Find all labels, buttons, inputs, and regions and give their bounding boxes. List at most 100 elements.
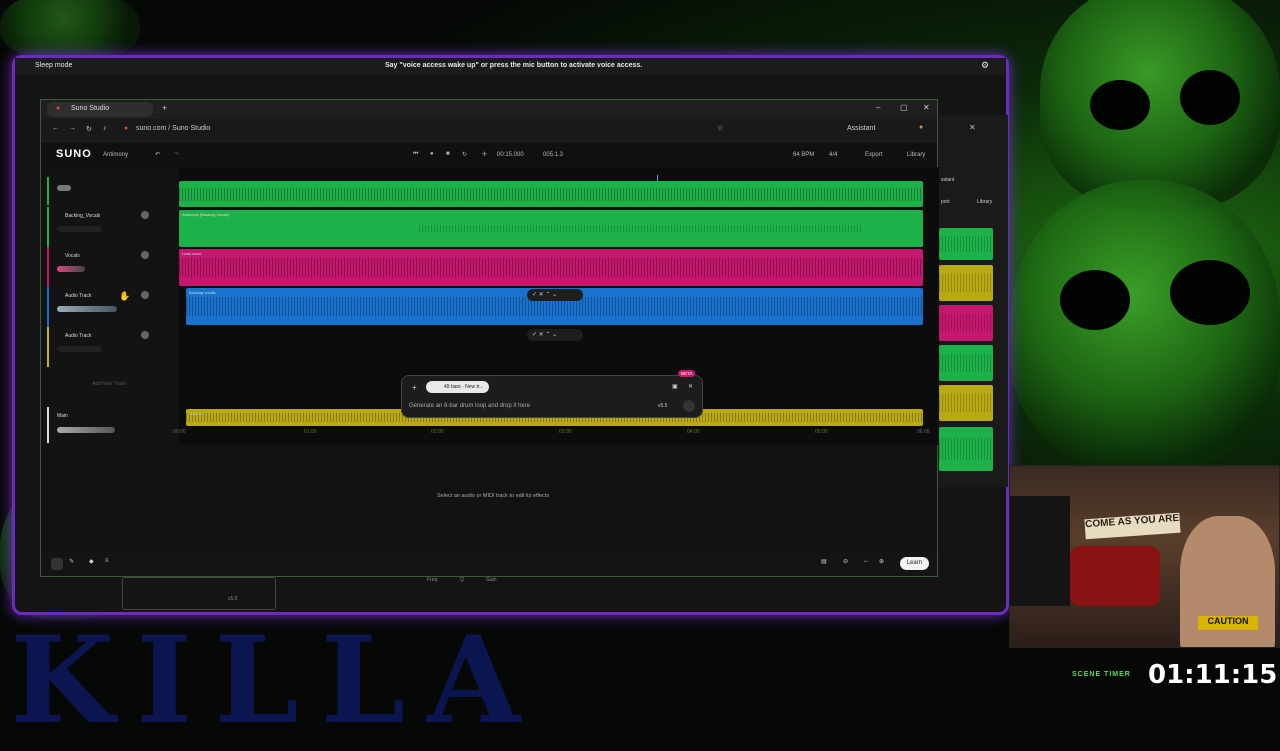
bottom-toolbar: ✎ ◆ ≡ ▤ ⊖ ↔ ⊕ Learn — [41, 552, 937, 576]
export-button[interactable]: Export — [865, 152, 882, 158]
mic-icon[interactable]: ♪ — [103, 125, 107, 132]
time-signature[interactable]: 4/4 — [829, 152, 837, 158]
track-row[interactable]: Backing_Vocals — [47, 207, 165, 247]
pan-knob[interactable] — [141, 331, 149, 339]
track-name[interactable]: Audio Track — [65, 293, 91, 299]
add-track-button[interactable]: Add New Track — [92, 381, 126, 387]
forward-arrow-icon[interactable]: → — [69, 125, 76, 132]
volume-slider[interactable] — [57, 226, 102, 232]
profile-avatar-icon[interactable]: ● — [919, 124, 923, 131]
pencil-tool-icon[interactable]: ✎ — [69, 558, 74, 565]
track-name[interactable]: Vocals — [65, 253, 80, 259]
zoom-out-icon[interactable]: ⊖ — [843, 558, 848, 565]
voice-access-hint: Say "voice access wake up" or press the … — [385, 62, 642, 69]
audio-clip[interactable]: Lead vocal — [179, 249, 923, 286]
track-row[interactable]: Vocals — [47, 247, 165, 287]
new-tab-plus-icon[interactable]: + — [162, 103, 167, 113]
select-tool-icon[interactable] — [51, 558, 63, 570]
close-prompt-icon[interactable]: ✕ — [688, 383, 693, 390]
background-suno-window: sstant ✕ port Library — [928, 115, 1008, 487]
volume-slider[interactable] — [57, 266, 85, 272]
scene-timer: SCENE TIMER 01:11:15 — [1062, 660, 1280, 692]
back-export-label: port — [941, 199, 950, 205]
browser-tab[interactable]: ● Suno Studio — [47, 102, 153, 117]
track-name[interactable]: Backing_Vocals — [65, 213, 100, 219]
eraser-tool-icon[interactable]: ◆ — [89, 558, 94, 565]
ruler-tick: 03:00 — [559, 429, 572, 435]
bpm-display[interactable]: 64 BPM — [793, 152, 814, 158]
volume-slider[interactable] — [57, 346, 102, 352]
equipment-rack — [1010, 496, 1070, 606]
sleep-mode-label[interactable]: Sleep mode — [35, 62, 72, 69]
scene-timer-value: 01:11:15 — [1148, 660, 1277, 690]
clip-action-bar[interactable]: ✓ ✕ ⌃ ⌄ — [527, 289, 583, 301]
reload-icon[interactable]: ↻ — [86, 125, 92, 133]
learn-button[interactable]: Learn — [900, 557, 929, 570]
audio-clip[interactable] — [179, 181, 923, 207]
record-icon[interactable]: ● — [430, 151, 434, 157]
skull-art — [1040, 0, 1280, 210]
address-bar: ← → ↻ ♪ ● suno.com / Suno Studio ☆ Assis… — [41, 119, 937, 143]
add-plus-icon[interactable]: + — [412, 383, 417, 392]
ruler-tick: 01:00 — [304, 429, 317, 435]
back-library-label: Library — [977, 199, 992, 205]
expand-icon[interactable]: ▣ — [672, 383, 678, 390]
zoom-in-icon[interactable]: ⊕ — [879, 558, 884, 565]
browser-window: ● Suno Studio + – ▢ ✕ ← → ↻ ♪ ● suno.com… — [40, 99, 938, 577]
suno-logo[interactable]: SUNO — [56, 148, 92, 160]
redo-icon[interactable]: ↷ — [174, 151, 179, 158]
menu-icon[interactable]: ≡ — [105, 558, 109, 564]
prompt-input[interactable]: Generate an 8-bar drum loop and drop it … — [409, 403, 530, 409]
track-row[interactable] — [47, 177, 165, 205]
timeline-ruler[interactable]: 00:00 01:00 02:00 03:00 04:00 05:00 06:0… — [179, 427, 939, 437]
close-icon[interactable]: ✕ — [923, 103, 930, 112]
minimize-icon[interactable]: – — [876, 103, 880, 112]
version-select[interactable]: v5.5 — [658, 403, 667, 409]
suno-toolbar: SUNO Antimony ↶ ↷ ⏮ ● ■ ↻ ✛ 00:15.000 00… — [41, 143, 937, 167]
pan-knob[interactable] — [141, 291, 149, 299]
loop-icon[interactable]: ↻ — [462, 151, 467, 158]
generate-prompt-box[interactable]: + 49 bars · New tr... BETA ▣ ✕ Generate … — [401, 375, 703, 418]
settings-gear-icon[interactable]: ⚙ — [981, 60, 989, 71]
clip-label: Lead vocal — [182, 251, 201, 256]
browser-tab-bar: ● Suno Studio + – ▢ ✕ — [41, 100, 937, 119]
audio-clip[interactable]: Antimony (Backing Vocals) — [179, 210, 923, 247]
playhead[interactable] — [657, 175, 658, 181]
ruler-tick: 00:00 — [173, 429, 186, 435]
clip-action-bar[interactable]: ✓ ✕ ⌃ ⌄ — [527, 329, 583, 341]
maximize-icon[interactable]: ▢ — [900, 103, 908, 112]
skip-start-icon[interactable]: ⏮ — [413, 151, 418, 158]
back-version-label[interactable]: v5.5 — [228, 596, 237, 602]
panel-toggle-icon[interactable]: ▤ — [821, 558, 827, 565]
clip-label: Backing vocals — [189, 290, 216, 295]
pan-knob[interactable] — [141, 211, 149, 219]
metronome-icon[interactable]: ✛ — [482, 151, 487, 158]
back-arrow-icon[interactable]: ← — [52, 125, 59, 132]
library-button[interactable]: Library — [907, 152, 925, 158]
skull-eye — [1090, 80, 1150, 130]
stop-icon[interactable]: ■ — [446, 151, 450, 157]
bookmark-star-icon[interactable]: ☆ — [717, 124, 723, 132]
url-text[interactable]: suno.com / Suno Studio — [136, 125, 210, 132]
project-name[interactable]: Antimony — [103, 152, 128, 158]
volume-slider[interactable] — [57, 185, 71, 191]
track-row[interactable]: Audio Track ✋ — [47, 287, 165, 327]
back-clip — [939, 427, 993, 471]
suno-favicon-icon: ● — [56, 105, 60, 112]
wall-sign: COME AS YOU ARE — [1084, 513, 1180, 540]
skull-eye — [1180, 70, 1240, 125]
undo-icon[interactable]: ↶ — [155, 151, 160, 158]
fit-icon[interactable]: ↔ — [863, 558, 869, 564]
main-bus-row[interactable]: Main — [47, 407, 165, 443]
assistant-label[interactable]: Assistant — [847, 125, 875, 132]
back-close-icon[interactable]: ✕ — [969, 123, 976, 132]
context-chip[interactable]: 49 bars · New tr... — [426, 381, 489, 393]
clip-label: Antimony (Backing Vocals) — [182, 212, 230, 217]
track-list: Backing_Vocals Vocals Audio Track ✋ Audi… — [47, 167, 173, 445]
track-name[interactable]: Audio Track — [65, 333, 91, 339]
volume-slider[interactable] — [57, 306, 117, 312]
track-row[interactable]: Audio Track — [47, 327, 165, 367]
pan-knob[interactable] — [141, 251, 149, 259]
submit-button[interactable] — [683, 400, 695, 412]
main-volume-slider[interactable] — [57, 427, 115, 433]
